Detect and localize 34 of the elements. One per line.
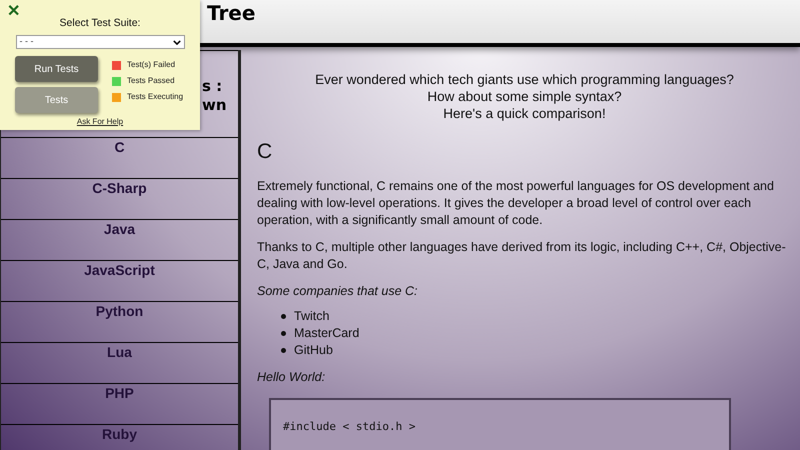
- legend-label: Tests Passed: [127, 75, 175, 87]
- test-button[interactable]: Run Tests: [15, 56, 98, 82]
- language-tab[interactable]: JavaScript: [1, 261, 238, 302]
- help-link[interactable]: Ask For Help: [76, 116, 124, 128]
- article-heading: C: [257, 139, 274, 165]
- language-tab[interactable]: Python: [1, 302, 238, 343]
- companies-label: Some companies that use C:: [257, 283, 418, 300]
- legend-label: Tests Executing: [127, 91, 184, 103]
- intro-text: Ever wondered which tech giants use which programming languages?: [315, 71, 734, 88]
- company-name: GitHub: [294, 342, 333, 359]
- language-tab[interactable]: PHP: [1, 384, 238, 425]
- intro-text: Here's a quick comparison!: [443, 105, 606, 122]
- bullet-icon: [281, 331, 286, 336]
- language-tab[interactable]: C-Sharp: [1, 179, 238, 220]
- paragraph: Thanks to C, multiple other languages have derived from its logic, including C++, C#, Objective-C, Java and Go.: [257, 239, 787, 273]
- language-tab[interactable]: Lua: [1, 343, 238, 384]
- sidebar-heading: wn: [202, 96, 227, 115]
- language-tab[interactable]: C: [1, 138, 238, 179]
- bullet-icon: [281, 348, 286, 353]
- caret-icon: [172, 40, 180, 44]
- company-name: Twitch: [294, 308, 330, 325]
- hello-label: Hello World:: [257, 369, 326, 386]
- bullet-icon: [281, 314, 286, 319]
- paragraph: Extremely functional, C remains one of the most powerful languages for OS development and dealing with low-level operations. It gives the developer a broad level of control over each operation, with a significantly small amount of code.: [257, 178, 775, 229]
- select-label: Select Test Suite:: [60, 16, 140, 30]
- test-suite-select[interactable]: - - -: [16, 35, 184, 49]
- code-line: #include < stdio.h >: [283, 420, 416, 433]
- close-button[interactable]: ✕: [7, 2, 20, 22]
- language-tab[interactable]: Java: [1, 220, 238, 261]
- legend-label: Test(s) Failed: [127, 59, 176, 71]
- company-name: MasterCard: [294, 325, 360, 342]
- intro-text: How about some simple syntax?: [427, 88, 622, 105]
- sidebar-heading: s :: [202, 77, 222, 96]
- site-title: Tree: [207, 0, 256, 26]
